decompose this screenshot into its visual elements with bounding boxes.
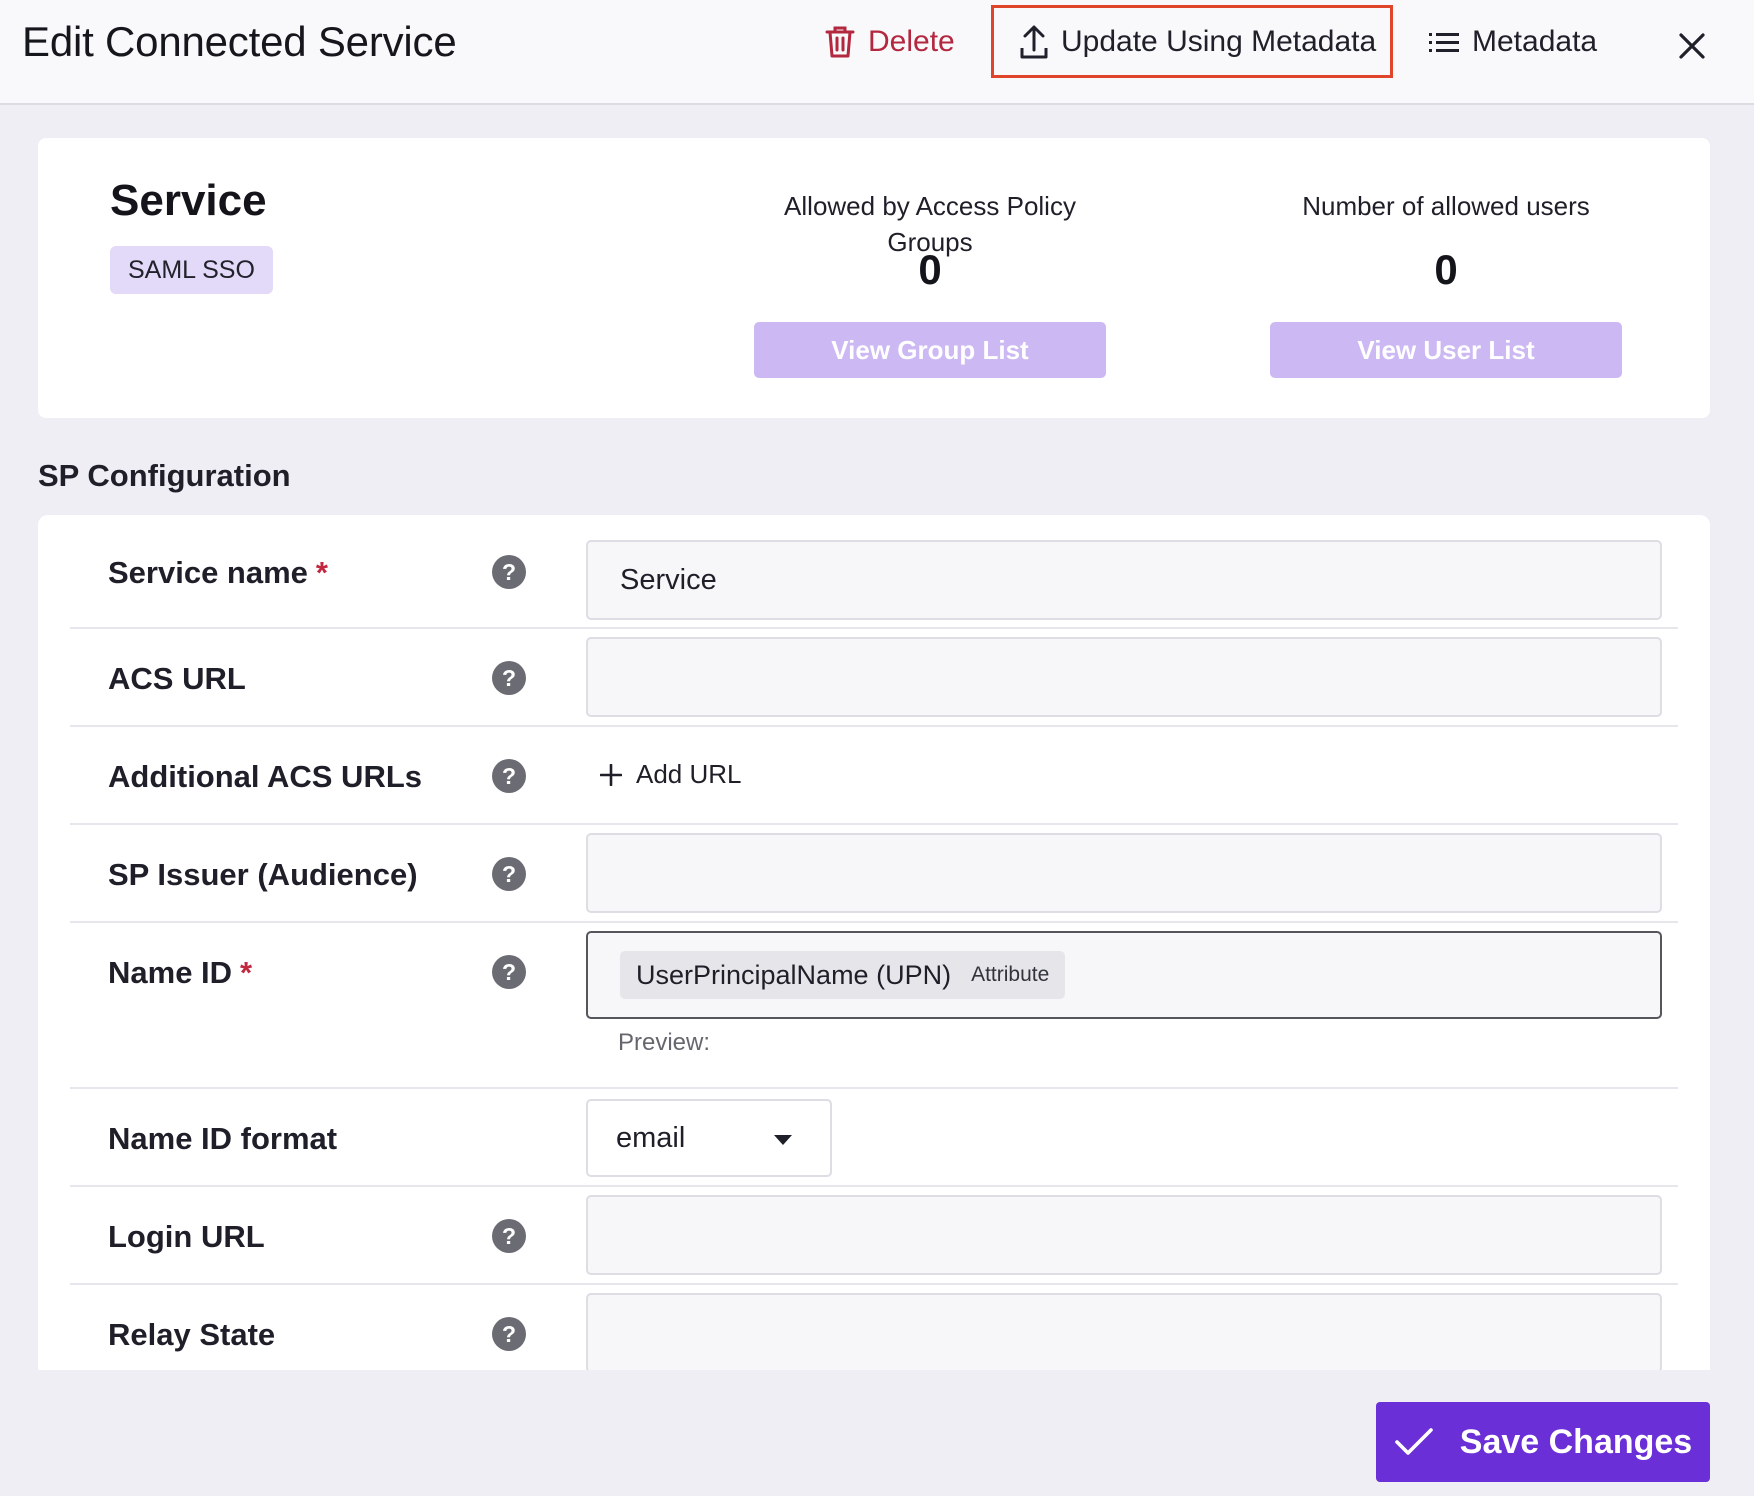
acs-url-label: ACS URL	[108, 661, 246, 696]
help-icon[interactable]: ?	[492, 1317, 526, 1351]
save-changes-label: Save Changes	[1459, 1422, 1693, 1461]
name-id-label-text: Name ID	[108, 955, 233, 990]
help-icon[interactable]: ?	[492, 955, 526, 989]
name-id-label: Name ID *	[108, 955, 252, 991]
delete-button[interactable]: Delete	[824, 18, 955, 66]
add-url-label: Add URL	[636, 759, 742, 789]
sp-configuration-form: Service name * ? Service ACS URL ? Additi…	[38, 515, 1710, 1370]
allowed-groups-label: Allowed by Access Policy Groups	[784, 191, 1076, 257]
close-icon	[1679, 33, 1705, 59]
sp-issuer-input[interactable]	[586, 833, 1662, 913]
caret-down-icon	[774, 1135, 792, 1145]
metadata-button[interactable]: Metadata	[1428, 18, 1597, 66]
check-icon	[1394, 1428, 1433, 1455]
relay-state-row: Relay State ?	[70, 1285, 1678, 1370]
acs-url-input[interactable]	[586, 637, 1662, 717]
name-id-format-label: Name ID format	[108, 1121, 338, 1156]
service-name-label: Service name *	[108, 555, 328, 591]
required-marker: *	[240, 955, 253, 990]
view-user-list-button[interactable]: View User List	[1270, 322, 1622, 378]
sp-issuer-row: SP Issuer (Audience) ?	[70, 825, 1678, 923]
name-id-format-value: email	[616, 1122, 686, 1154]
service-name-label-text: Service name	[108, 555, 308, 590]
login-url-row: Login URL ?	[70, 1187, 1678, 1285]
update-using-metadata-button[interactable]: Update Using Metadata	[991, 5, 1393, 78]
additional-acs-urls-label: Additional ACS URLs	[108, 759, 423, 794]
login-url-input[interactable]	[586, 1195, 1662, 1275]
help-icon[interactable]: ?	[492, 555, 526, 589]
sp-configuration-heading: SP Configuration	[38, 458, 291, 493]
acs-url-row: ACS URL ?	[70, 629, 1678, 727]
metadata-label: Metadata	[1472, 25, 1598, 58]
update-label: Update Using Metadata	[1061, 24, 1377, 58]
name-id-chip-value: UserPrincipalName (UPN)	[636, 959, 952, 990]
allowed-users-stat: Number of allowed users 0 View User List	[1270, 188, 1622, 378]
dialog-header: Edit Connected Service Delete Update Usi…	[0, 0, 1754, 105]
upload-icon	[1020, 25, 1048, 58]
name-id-format-select[interactable]: email	[586, 1099, 832, 1177]
help-icon[interactable]: ?	[492, 857, 526, 891]
sp-issuer-label: SP Issuer (Audience)	[108, 857, 418, 892]
delete-label: Delete	[868, 25, 955, 58]
help-icon[interactable]: ?	[492, 1219, 526, 1253]
list-icon	[1429, 33, 1459, 52]
allowed-users-label: Number of allowed users	[1302, 191, 1590, 221]
trash-icon	[825, 26, 855, 58]
name-id-input[interactable]: UserPrincipalName (UPN) Attribute	[586, 931, 1662, 1019]
service-name-input[interactable]: Service	[586, 540, 1662, 620]
help-icon[interactable]: ?	[492, 759, 526, 793]
save-changes-button[interactable]: Save Changes	[1376, 1402, 1710, 1482]
service-name-row: Service name * ? Service	[70, 515, 1678, 629]
service-type-badge: SAML SSO	[110, 246, 273, 294]
plus-icon	[600, 763, 622, 786]
service-title: Service	[110, 176, 267, 225]
allowed-users-count: 0	[1434, 246, 1458, 293]
login-url-label: Login URL	[108, 1219, 265, 1254]
relay-state-input[interactable]	[586, 1293, 1662, 1370]
additional-acs-urls-row: Additional ACS URLs ? Add URL	[70, 727, 1678, 825]
required-marker: *	[315, 555, 328, 590]
name-id-preview-label: Preview:	[618, 1029, 711, 1056]
allowed-groups-stat: Allowed by Access Policy Groups 0 View G…	[754, 188, 1106, 378]
add-url-button[interactable]: Add URL	[600, 759, 742, 790]
view-group-list-button[interactable]: View Group List	[754, 322, 1106, 378]
relay-state-label: Relay State	[108, 1317, 276, 1352]
help-icon[interactable]: ?	[492, 661, 526, 695]
name-id-chip[interactable]: UserPrincipalName (UPN) Attribute	[620, 951, 1066, 999]
close-button[interactable]	[1678, 22, 1706, 70]
name-id-chip-tag: Attribute	[971, 963, 1050, 986]
page-title: Edit Connected Service	[22, 18, 457, 65]
name-id-row: Name ID * ? UserPrincipalName (UPN) Attri…	[70, 923, 1678, 1089]
name-id-format-row: Name ID format email	[70, 1089, 1678, 1187]
allowed-groups-count: 0	[918, 246, 942, 293]
service-summary-card: Service SAML SSO Allowed by Access Polic…	[38, 138, 1710, 418]
